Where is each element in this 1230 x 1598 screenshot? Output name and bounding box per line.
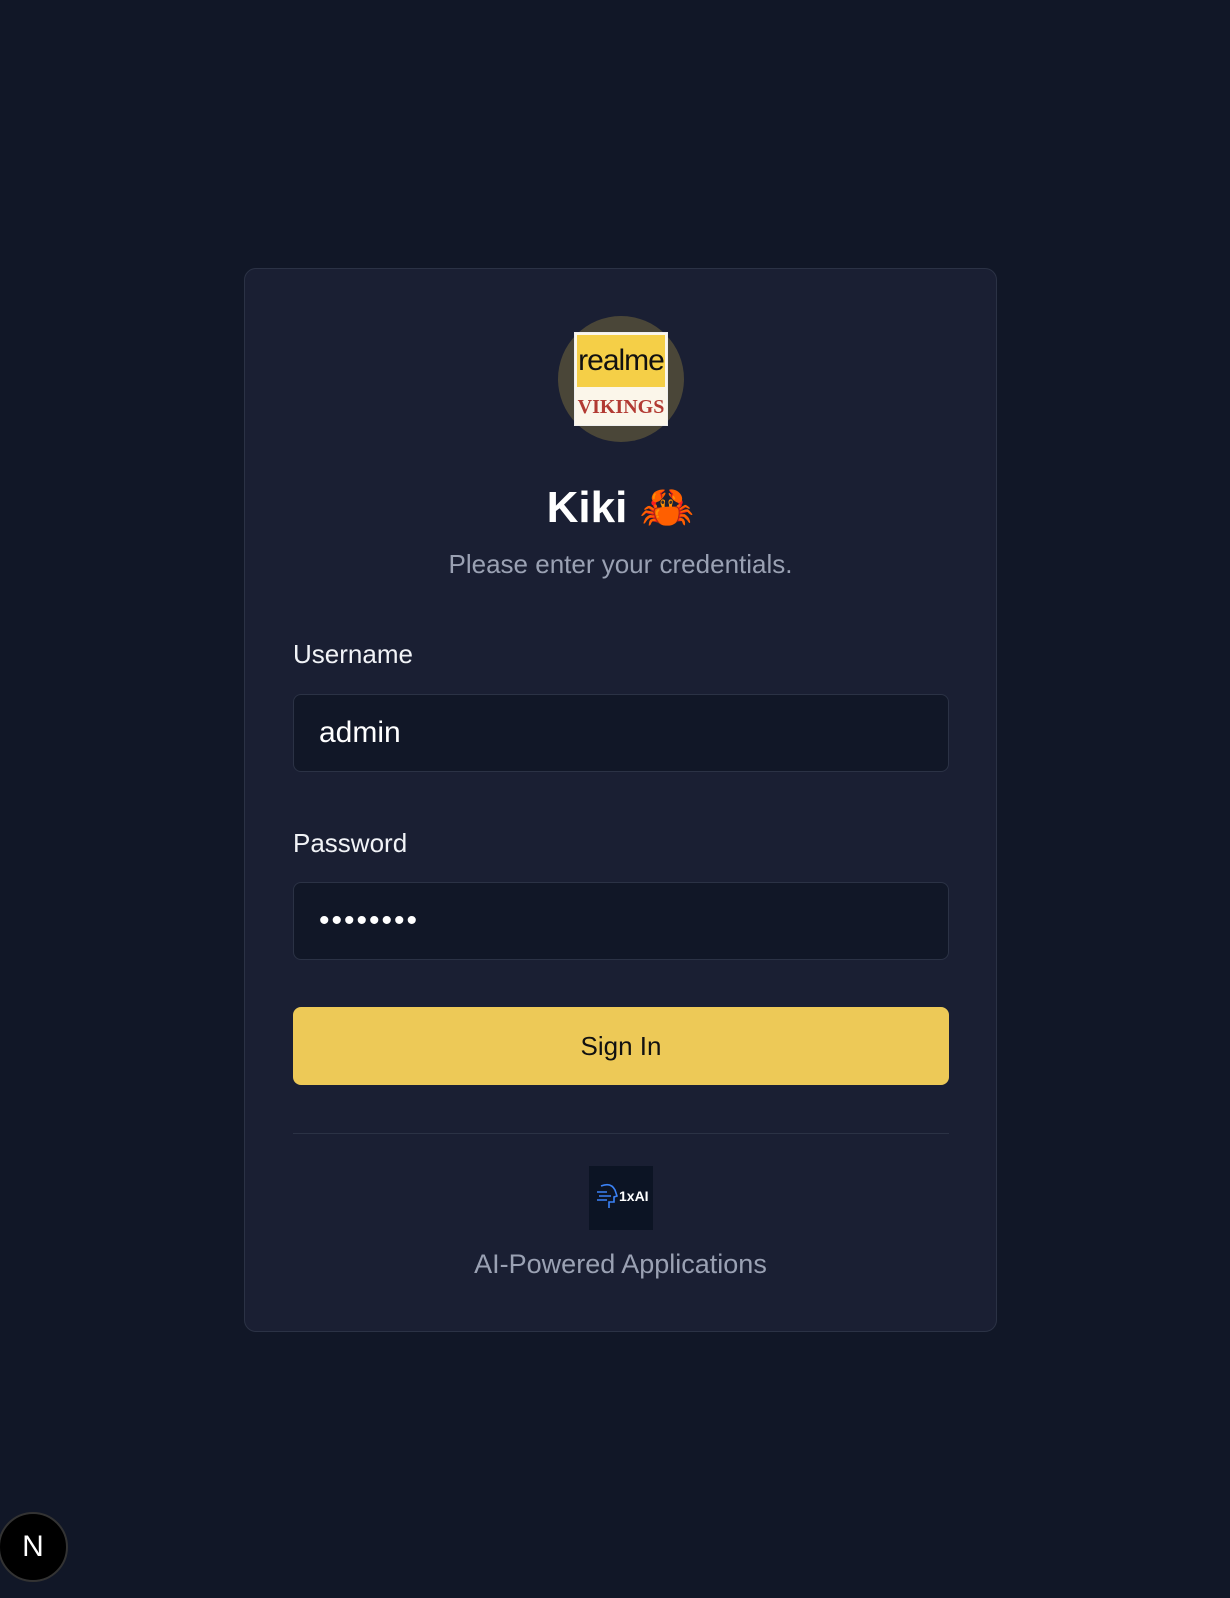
password-input[interactable]: •••••••• <box>293 882 949 960</box>
password-label: Password <box>293 828 408 858</box>
logo-realme: realme <box>577 335 665 387</box>
logo-vikings: VIKINGS <box>577 396 665 418</box>
nextjs-dev-indicator[interactable]: N <box>0 1512 68 1582</box>
divider <box>293 1133 949 1134</box>
avatar: realme VIKINGS <box>558 316 684 442</box>
username-label: Username <box>293 639 413 669</box>
footer-text: AI-Powered Applications <box>474 1249 767 1279</box>
sign-in-button[interactable]: Sign In <box>293 1007 949 1085</box>
1xai-logo: 1xAI <box>589 1166 653 1230</box>
page-title: Kiki 🦀 <box>546 483 695 532</box>
page-subtitle: Please enter your credentials. <box>448 549 793 579</box>
username-input[interactable]: admin <box>293 694 949 772</box>
brand-logo: realme VIKINGS <box>574 332 668 426</box>
head-circuit-icon <box>597 1183 619 1208</box>
login-card: realme VIKINGS Kiki 🦀 Please enter your … <box>244 268 997 1332</box>
